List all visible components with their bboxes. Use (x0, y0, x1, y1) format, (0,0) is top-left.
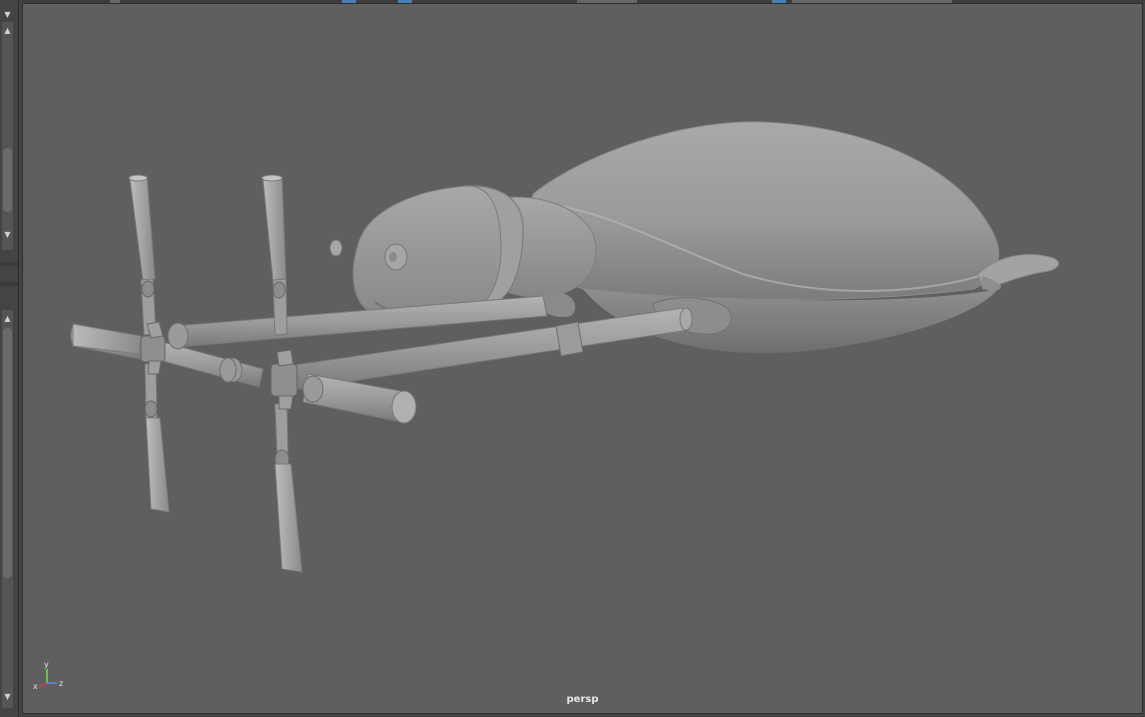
scene-render[interactable] (23, 4, 1142, 713)
upper-scroll-thumb[interactable] (3, 148, 12, 212)
axis-y-label: y (44, 660, 49, 669)
left-side-panel: ▼ ▲ ▼ ▲ ▼ (0, 0, 19, 717)
panel-divider (0, 282, 18, 286)
perspective-viewport[interactable]: y x z persp (22, 3, 1143, 714)
scroll-up-icon[interactable]: ▲ (2, 314, 13, 324)
collapse-arrow-icon[interactable]: ▼ (2, 10, 13, 20)
axis-x-label: x (33, 682, 38, 691)
upper-scrollbar[interactable]: ▲ ▼ (2, 22, 13, 250)
propeller-left[interactable] (72, 174, 170, 513)
scroll-up-icon[interactable]: ▲ (2, 26, 13, 36)
panel-divider (0, 262, 18, 266)
scroll-down-icon[interactable]: ▼ (2, 692, 13, 702)
lower-scrollbar[interactable]: ▲ ▼ (2, 310, 13, 708)
axis-x-line (38, 682, 48, 688)
axis-gizmo: y x z (33, 660, 63, 691)
axis-z-label: z (59, 679, 63, 688)
lower-scroll-thumb[interactable] (3, 328, 12, 578)
camera-label: persp (566, 694, 599, 705)
scroll-down-icon[interactable]: ▼ (2, 230, 13, 240)
